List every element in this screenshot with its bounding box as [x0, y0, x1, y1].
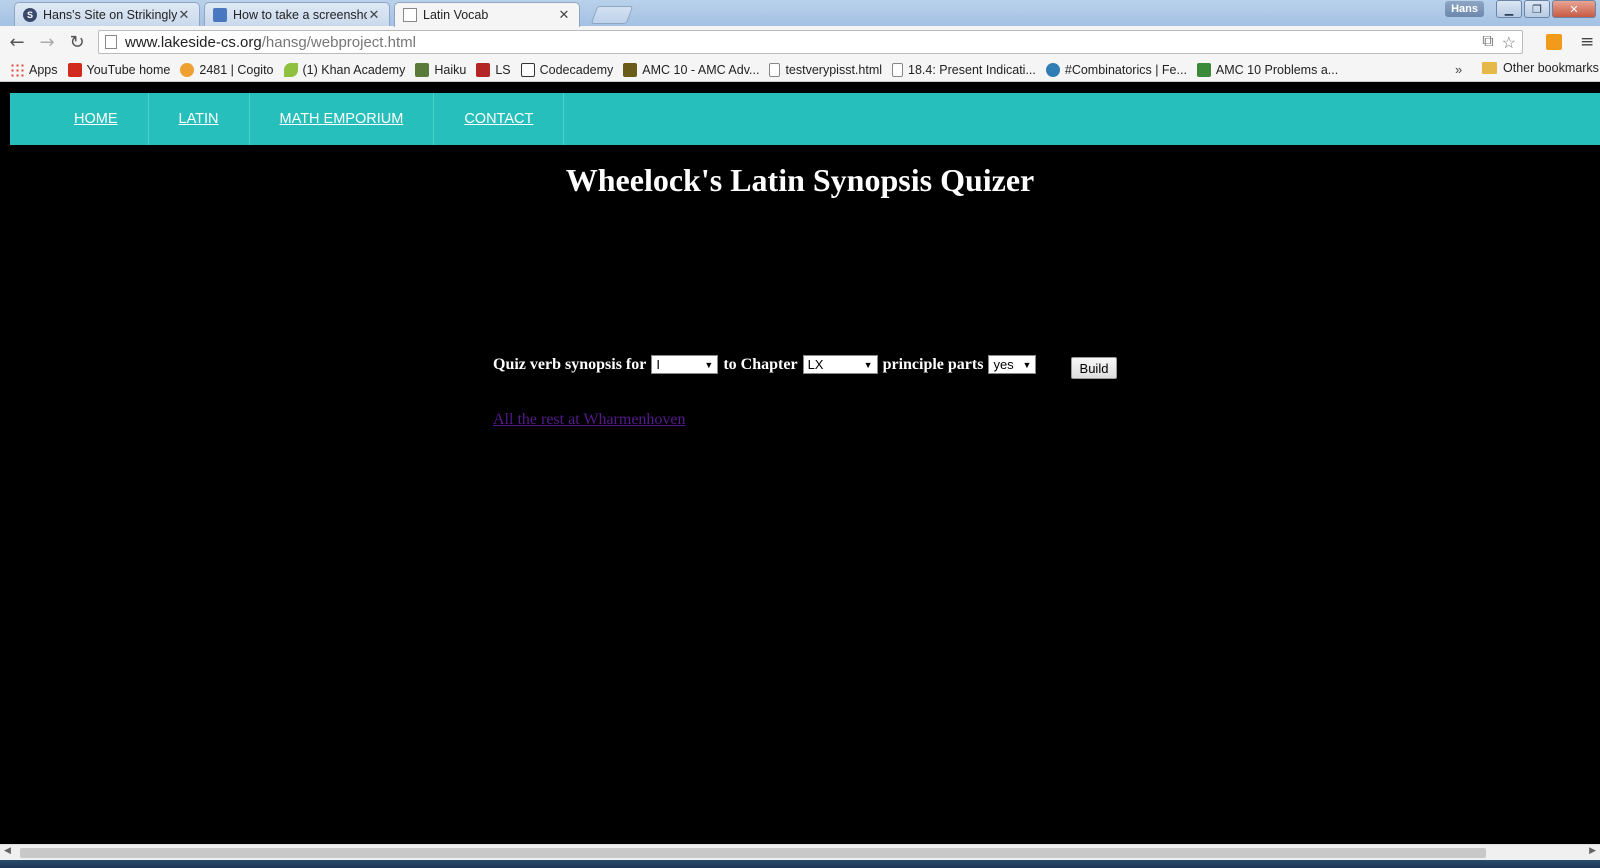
bookmark-amc[interactable]: AMC 10 - AMC Adv... — [623, 62, 759, 77]
browser-tab[interactable]: S Hans's Site on Strikingly ✕ — [14, 2, 200, 26]
page-icon — [403, 8, 417, 22]
close-tab-icon[interactable]: ✕ — [177, 7, 191, 23]
window-controls: ▁ ❐ ✕ — [1496, 0, 1596, 18]
haiku-icon — [415, 62, 430, 77]
bookmark-cogito[interactable]: 2481 | Cogito — [180, 62, 274, 77]
amc-problems-icon — [1196, 62, 1211, 77]
other-bookmarks-folder[interactable]: Other bookmarks — [1482, 61, 1599, 75]
khan-academy-icon — [283, 62, 298, 77]
bookmark-testverypisst[interactable]: testverypisst.html — [769, 62, 882, 77]
wharmenhoven-link[interactable]: All the rest at Wharmenhoven — [493, 411, 686, 429]
scrollbar-thumb[interactable] — [20, 848, 1486, 858]
url-domain: www.lakeside-cs.org — [125, 33, 262, 51]
bookmark-youtube[interactable]: YouTube home — [67, 62, 170, 77]
build-button[interactable]: Build — [1071, 357, 1117, 379]
bookmark-apps[interactable]: Apps — [10, 62, 58, 77]
dropdown-arrow-icon: ▼ — [863, 359, 873, 370]
reload-icon[interactable]: ↻ — [64, 29, 90, 55]
nav-link-math-emporium[interactable]: MATH EMPORIUM — [280, 111, 404, 127]
bookmark-present-indicative[interactable]: 18.4: Present Indicati... — [892, 62, 1036, 77]
browser-title-bar: S Hans's Site on Strikingly ✕ How to tak… — [0, 0, 1600, 27]
dropdown-arrow-icon: ▼ — [1022, 359, 1032, 370]
ls-icon — [476, 62, 491, 77]
start-chapter-value: I — [656, 357, 660, 372]
back-arrow-icon[interactable]: ← — [4, 29, 30, 55]
os-taskbar — [0, 860, 1600, 868]
codecademy-icon — [520, 62, 535, 77]
site-navigation: HOME LATIN MATH EMPORIUM CONTACT — [4, 93, 1600, 145]
end-chapter-value: LX — [807, 357, 824, 372]
translate-icon[interactable]: ⧉ — [1482, 33, 1493, 53]
browser-tab-active[interactable]: Latin Vocab ✕ — [394, 2, 580, 27]
restore-icon[interactable]: ❐ — [1524, 0, 1550, 18]
tab-title: Hans's Site on Strikingly — [43, 7, 177, 22]
bookmarks-bar: Apps YouTube home 2481 | Cogito (1) Khan… — [0, 58, 1600, 82]
forward-arrow-icon[interactable]: → — [34, 29, 60, 55]
scroll-left-arrow-icon[interactable]: ◀ — [4, 846, 11, 856]
nav-item-latin: LATIN — [149, 93, 250, 145]
profile-badge[interactable]: Hans — [1445, 1, 1484, 17]
dropdown-arrow-icon: ▼ — [704, 359, 714, 370]
cogito-icon — [180, 62, 195, 77]
page-title: Wheelock's Latin Synopsis Quizer — [565, 162, 1035, 198]
bookmark-haiku[interactable]: Haiku — [415, 62, 466, 77]
close-window-icon[interactable]: ✕ — [1552, 0, 1596, 18]
bookmark-codecademy[interactable]: Codecademy — [520, 62, 613, 77]
web-page: HOME LATIN MATH EMPORIUM CONTACT Wheeloc… — [0, 82, 1600, 844]
form-label-to: to Chapter — [723, 355, 798, 373]
close-tab-icon[interactable]: ✕ — [557, 7, 571, 23]
horizontal-scrollbar[interactable]: ◀ ▶ — [0, 844, 1600, 860]
nav-item-math-emporium: MATH EMPORIUM — [250, 93, 435, 145]
bookmark-khan-academy[interactable]: (1) Khan Academy — [283, 62, 405, 77]
amc-icon — [623, 62, 638, 77]
synopsis-quiz-form: Quiz verb synopsis for I ▼ to Chapter LX… — [493, 355, 1041, 374]
screenshot-site-icon — [213, 7, 227, 22]
form-label-parts: principle parts — [882, 355, 984, 373]
tab-title: How to take a screenshot — [233, 7, 367, 22]
scroll-right-arrow-icon[interactable]: ▶ — [1589, 846, 1596, 856]
bookmark-amc-problems[interactable]: AMC 10 Problems a... — [1196, 62, 1338, 77]
principal-parts-value: yes — [993, 357, 1014, 372]
folder-icon — [1482, 62, 1497, 74]
url-path: /hansg/webproject.html — [261, 33, 416, 51]
nav-item-contact: CONTACT — [434, 93, 565, 145]
principal-parts-select[interactable]: yes ▼ — [988, 355, 1037, 374]
bookmark-combinatorics[interactable]: #Combinatorics | Fe... — [1045, 62, 1187, 77]
page-icon — [105, 35, 117, 49]
new-tab-button[interactable] — [590, 6, 634, 24]
chrome-menu-icon[interactable]: ≡ — [1580, 32, 1594, 52]
minimize-icon[interactable]: ▁ — [1496, 0, 1522, 18]
end-chapter-select[interactable]: LX ▼ — [802, 355, 878, 374]
page-icon — [892, 62, 904, 77]
nav-link-latin[interactable]: LATIN — [179, 111, 219, 127]
browser-tab[interactable]: How to take a screenshot ✕ — [204, 2, 390, 26]
more-bookmarks-chevron-icon[interactable]: » — [1455, 62, 1462, 77]
extension-icon[interactable] — [1546, 34, 1562, 50]
nav-item-home: HOME — [44, 93, 149, 145]
form-label-prefix: Quiz verb synopsis for — [493, 355, 647, 373]
nav-link-contact[interactable]: CONTACT — [464, 111, 533, 127]
combinatorics-icon — [1045, 62, 1060, 77]
address-bar[interactable]: www.lakeside-cs.org/hansg/webproject.htm… — [98, 30, 1523, 54]
start-chapter-select[interactable]: I ▼ — [651, 355, 719, 374]
page-icon — [769, 62, 781, 77]
close-tab-icon[interactable]: ✕ — [367, 7, 381, 23]
browser-toolbar: ← → ↻ www.lakeside-cs.org/hansg/webproje… — [0, 26, 1600, 58]
tab-title: Latin Vocab — [423, 8, 489, 22]
nav-link-home[interactable]: HOME — [74, 111, 118, 127]
youtube-icon — [67, 62, 82, 77]
bookmark-star-icon[interactable]: ☆ — [1502, 33, 1516, 53]
bookmark-ls[interactable]: LS — [476, 62, 511, 77]
apps-grid-icon — [10, 62, 24, 77]
strikingly-icon: S — [23, 7, 37, 22]
